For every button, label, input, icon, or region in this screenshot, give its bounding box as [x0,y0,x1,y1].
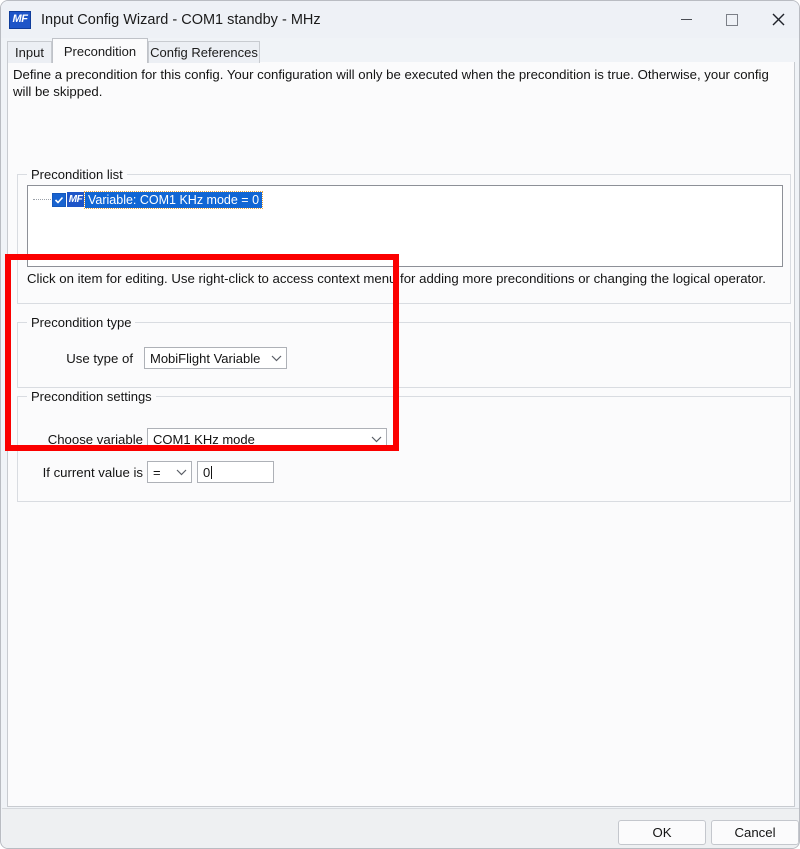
window-title: Input Config Wizard - COM1 standby - MHz [41,12,321,28]
chevron-down-icon [367,436,386,443]
operator-value: = [148,465,172,480]
cancel-button-label: Cancel [734,825,775,840]
text-caret [211,466,212,479]
compare-value-text: 0 [203,465,210,480]
ok-button[interactable]: OK [618,820,706,845]
precondition-type-group-label: Precondition type [27,315,135,330]
page-description: Define a precondition for this config. Y… [13,66,785,100]
tab-precondition-label: Precondition [64,44,136,59]
app-icon-text: MF [13,14,28,25]
maximize-icon[interactable] [709,1,755,38]
tab-input-label: Input [15,45,44,60]
precondition-treeview[interactable]: MF Variable: COM1 KHz mode = 0 [27,185,783,267]
tab-strip: Input Precondition Config References [7,39,795,63]
use-type-of-value: MobiFlight Variable [145,351,267,366]
precondition-list-group: Precondition list MF Variable: COM1 KHz … [17,174,791,304]
chevron-down-icon [267,355,286,362]
cancel-button[interactable]: Cancel [711,820,799,845]
precondition-tab-page: Define a precondition for this config. Y… [7,62,795,807]
treeview-item-checkbox[interactable] [52,193,66,207]
input-config-wizard-window: MF Input Config Wizard - COM1 standby - … [0,0,800,849]
use-type-of-dropdown[interactable]: MobiFlight Variable [144,347,287,369]
mobiflight-logo-icon: MF [9,11,31,29]
treeview-item-label[interactable]: Variable: COM1 KHz mode = 0 [85,192,262,208]
tab-config-references-label: Config References [150,45,258,60]
ok-button-label: OK [652,825,671,840]
window-controls [663,1,800,38]
tab-input[interactable]: Input [7,41,52,63]
tab-config-references[interactable]: Config References [148,41,260,63]
close-icon[interactable] [755,1,800,38]
choose-variable-dropdown[interactable]: COM1 KHz mode [147,428,387,450]
tree-connector-line [33,199,51,200]
precondition-list-group-label: Precondition list [27,167,127,182]
treeview-item-icon-text: MF [69,195,82,205]
compare-value-input[interactable]: 0 [197,461,274,483]
if-current-value-label: If current value is [33,465,143,480]
dialog-footer: OK Cancel [2,808,800,849]
precondition-type-group: Precondition type [17,322,791,388]
chevron-down-icon [172,469,191,476]
title-bar[interactable]: MF Input Config Wizard - COM1 standby - … [1,1,800,38]
treeview-item[interactable]: MF Variable: COM1 KHz mode = 0 [33,191,262,208]
use-type-of-label: Use type of [33,351,133,366]
precondition-list-hint: Click on item for editing. Use right-cli… [27,271,766,286]
choose-variable-label: Choose variable [33,432,143,447]
minimize-icon[interactable] [663,1,709,38]
treeview-item-mobiflight-icon: MF [67,192,84,207]
precondition-settings-group-label: Precondition settings [27,389,156,404]
precondition-settings-group: Precondition settings [17,396,791,502]
operator-dropdown[interactable]: = [147,461,192,483]
choose-variable-value: COM1 KHz mode [148,432,367,447]
tab-precondition[interactable]: Precondition [52,38,148,63]
